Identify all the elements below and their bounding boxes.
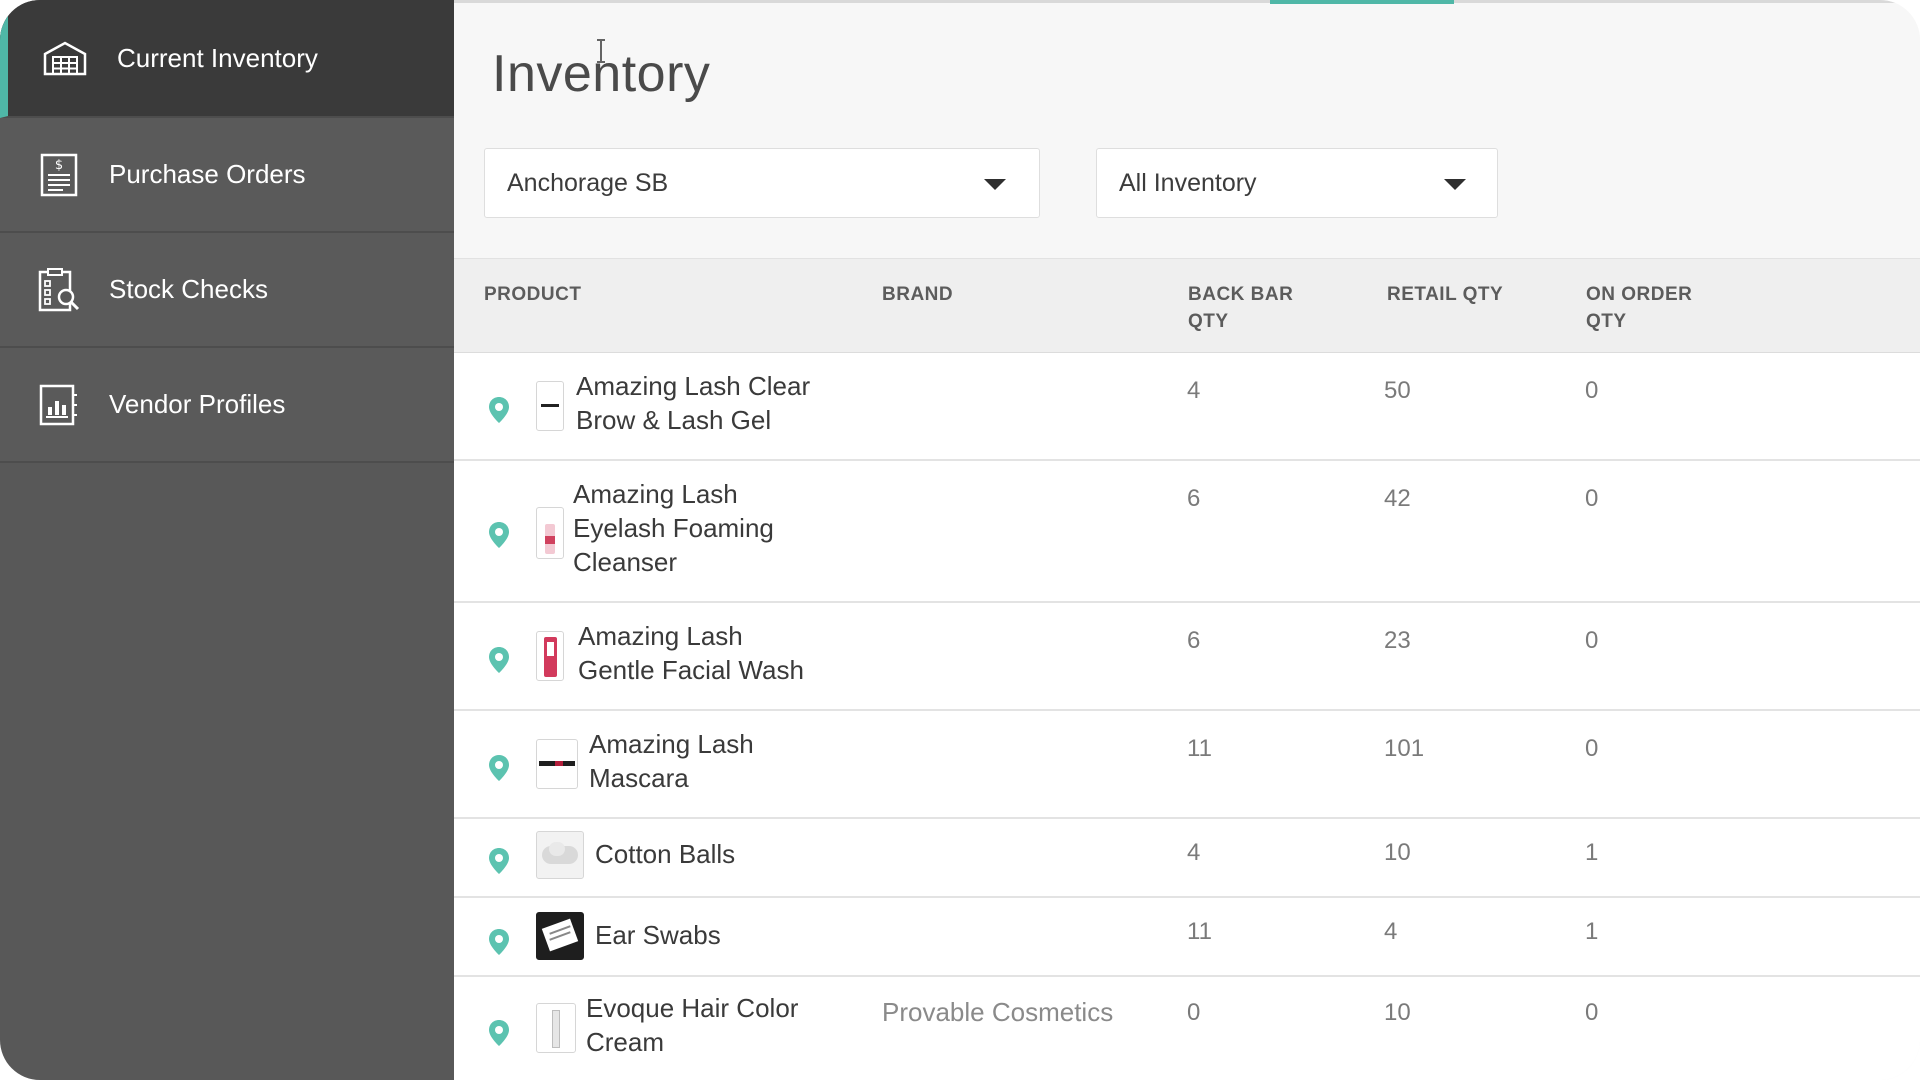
product-name-line: Amazing Lash Clear: [576, 371, 811, 401]
column-header-text: QTY: [1586, 311, 1627, 332]
sidebar-item-label: Purchase Orders: [109, 159, 306, 189]
sidebar-item-current-inventory[interactable]: Current Inventory: [0, 0, 454, 118]
column-header-text: BACK BAR: [1188, 284, 1294, 305]
inventory-filter-value: All Inventory: [1119, 169, 1257, 197]
retail-qty: 23: [1384, 627, 1411, 654]
sidebar-item-purchase-orders[interactable]: $ Purchase Orders: [0, 118, 454, 233]
back-bar-qty: 4: [1187, 377, 1201, 404]
on-order-qty: 0: [1585, 377, 1599, 404]
location-pin-icon: [489, 755, 509, 781]
location-pin-icon: [489, 848, 509, 874]
product-name-line: Cotton Balls: [595, 839, 736, 869]
on-order-qty: 0: [1585, 485, 1599, 512]
chevron-down-icon: [984, 179, 1006, 190]
column-header-back-bar-qty[interactable]: BACK BAR QTY: [1188, 281, 1293, 335]
back-bar-qty: 6: [1187, 485, 1201, 512]
inventory-filter-select[interactable]: All Inventory: [1096, 148, 1498, 218]
back-bar-qty: 4: [1187, 839, 1201, 866]
product-name-line: Eyelash Foaming: [573, 513, 774, 543]
retail-qty: 10: [1384, 839, 1411, 866]
product-thumbnail: [536, 831, 584, 879]
on-order-qty: 1: [1585, 918, 1599, 945]
location-pin-icon: [489, 929, 509, 955]
loading-indicator: [1270, 0, 1454, 4]
sidebar: Current Inventory $ Purchase Orders Stoc…: [0, 0, 454, 1080]
location-pin-icon: [489, 522, 509, 548]
table-row[interactable]: Evoque Hair Color Cream Provable Cosmeti…: [454, 977, 1920, 1080]
product-name-line: Mascara: [589, 763, 689, 793]
sidebar-item-label: Current Inventory: [117, 42, 318, 73]
product-name[interactable]: Ear Swabs: [595, 918, 875, 952]
on-order-qty: 1: [1585, 839, 1599, 866]
retail-qty: 50: [1384, 377, 1411, 404]
sidebar-item-vendor-profiles[interactable]: Vendor Profiles: [0, 348, 454, 463]
column-header-on-order-qty[interactable]: ON ORDER QTY: [1586, 281, 1692, 335]
sidebar-item-label: Stock Checks: [109, 274, 268, 304]
column-header-text: ON ORDER: [1586, 284, 1693, 305]
table-header: PRODUCT BRAND BACK BAR QTY RETAIL QTY ON…: [454, 258, 1920, 353]
product-thumbnail: [536, 912, 584, 960]
product-thumbnail: [536, 1003, 576, 1053]
retail-qty: 101: [1384, 735, 1425, 762]
sidebar-item-label: Vendor Profiles: [109, 389, 286, 419]
location-pin-icon: [489, 397, 509, 423]
on-order-qty: 0: [1585, 627, 1599, 654]
table-row[interactable]: Cotton Balls 4 10 1: [454, 819, 1920, 898]
back-bar-qty: 0: [1187, 999, 1201, 1026]
retail-qty: 4: [1384, 918, 1398, 945]
table-row[interactable]: Amazing Lash Gentle Facial Wash 6 23 0: [454, 603, 1920, 711]
retail-qty: 42: [1384, 485, 1411, 512]
column-header-product[interactable]: PRODUCT: [484, 281, 581, 308]
product-name[interactable]: Amazing Lash Eyelash Foaming Cleanser: [573, 477, 853, 579]
text-cursor-icon: [597, 39, 605, 63]
product-name-line: Brow & Lash Gel: [576, 405, 772, 435]
column-header-retail-qty[interactable]: RETAIL QTY: [1387, 281, 1503, 308]
product-name-line: Evoque Hair Color: [586, 993, 799, 1023]
table-row[interactable]: Ear Swabs 11 4 1: [454, 898, 1920, 977]
invoice-icon: $: [36, 152, 82, 198]
retail-qty: 10: [1384, 999, 1411, 1026]
product-thumbnail: [536, 631, 564, 681]
column-header-text: QTY: [1188, 311, 1229, 332]
product-name-line: Amazing Lash: [573, 479, 738, 509]
product-name[interactable]: Amazing Lash Mascara: [589, 727, 869, 795]
product-name-line: Cleanser: [573, 547, 678, 577]
product-name[interactable]: Cotton Balls: [595, 837, 875, 871]
product-name-line: Amazing Lash: [589, 729, 754, 759]
product-name[interactable]: Evoque Hair Color Cream: [586, 991, 866, 1059]
product-thumbnail: [536, 739, 578, 789]
back-bar-qty: 11: [1187, 735, 1212, 762]
back-bar-qty: 6: [1187, 627, 1201, 654]
clipboard-search-icon: [36, 267, 82, 313]
brand-name: Provable Cosmetics: [882, 997, 1114, 1027]
app-window: Current Inventory $ Purchase Orders Stoc…: [0, 0, 1920, 1080]
location-select-value: Anchorage SB: [507, 169, 669, 197]
product-name-line: Amazing Lash: [578, 621, 743, 651]
table-row[interactable]: Amazing Lash Clear Brow & Lash Gel 4 50 …: [454, 353, 1920, 461]
product-thumbnail: [536, 507, 564, 559]
product-name-line: Cream: [586, 1027, 665, 1057]
back-bar-qty: 11: [1187, 918, 1212, 945]
product-name[interactable]: Amazing Lash Gentle Facial Wash: [578, 619, 858, 687]
vendor-chart-icon: [36, 382, 82, 428]
product-thumbnail: [536, 381, 564, 431]
on-order-qty: 0: [1585, 735, 1599, 762]
svg-text:$: $: [55, 158, 63, 173]
product-name[interactable]: Amazing Lash Clear Brow & Lash Gel: [576, 369, 856, 437]
on-order-qty: 0: [1585, 999, 1599, 1026]
sidebar-item-stock-checks[interactable]: Stock Checks: [0, 233, 454, 348]
table-row[interactable]: Amazing Lash Mascara 11 101 0: [454, 711, 1920, 819]
main-content: Inventory Anchorage SB All Inventory PRO…: [454, 0, 1920, 1080]
location-pin-icon: [489, 647, 509, 673]
product-name-line: Ear Swabs: [595, 920, 721, 950]
location-pin-icon: [489, 1020, 509, 1046]
warehouse-icon: [42, 35, 88, 81]
product-name-line: Gentle Facial Wash: [578, 655, 804, 685]
location-select[interactable]: Anchorage SB: [484, 148, 1040, 218]
column-header-brand[interactable]: BRAND: [882, 281, 953, 308]
table-row[interactable]: Amazing Lash Eyelash Foaming Cleanser 6 …: [454, 461, 1920, 603]
top-divider: [454, 0, 1920, 3]
chevron-down-icon: [1444, 179, 1466, 190]
